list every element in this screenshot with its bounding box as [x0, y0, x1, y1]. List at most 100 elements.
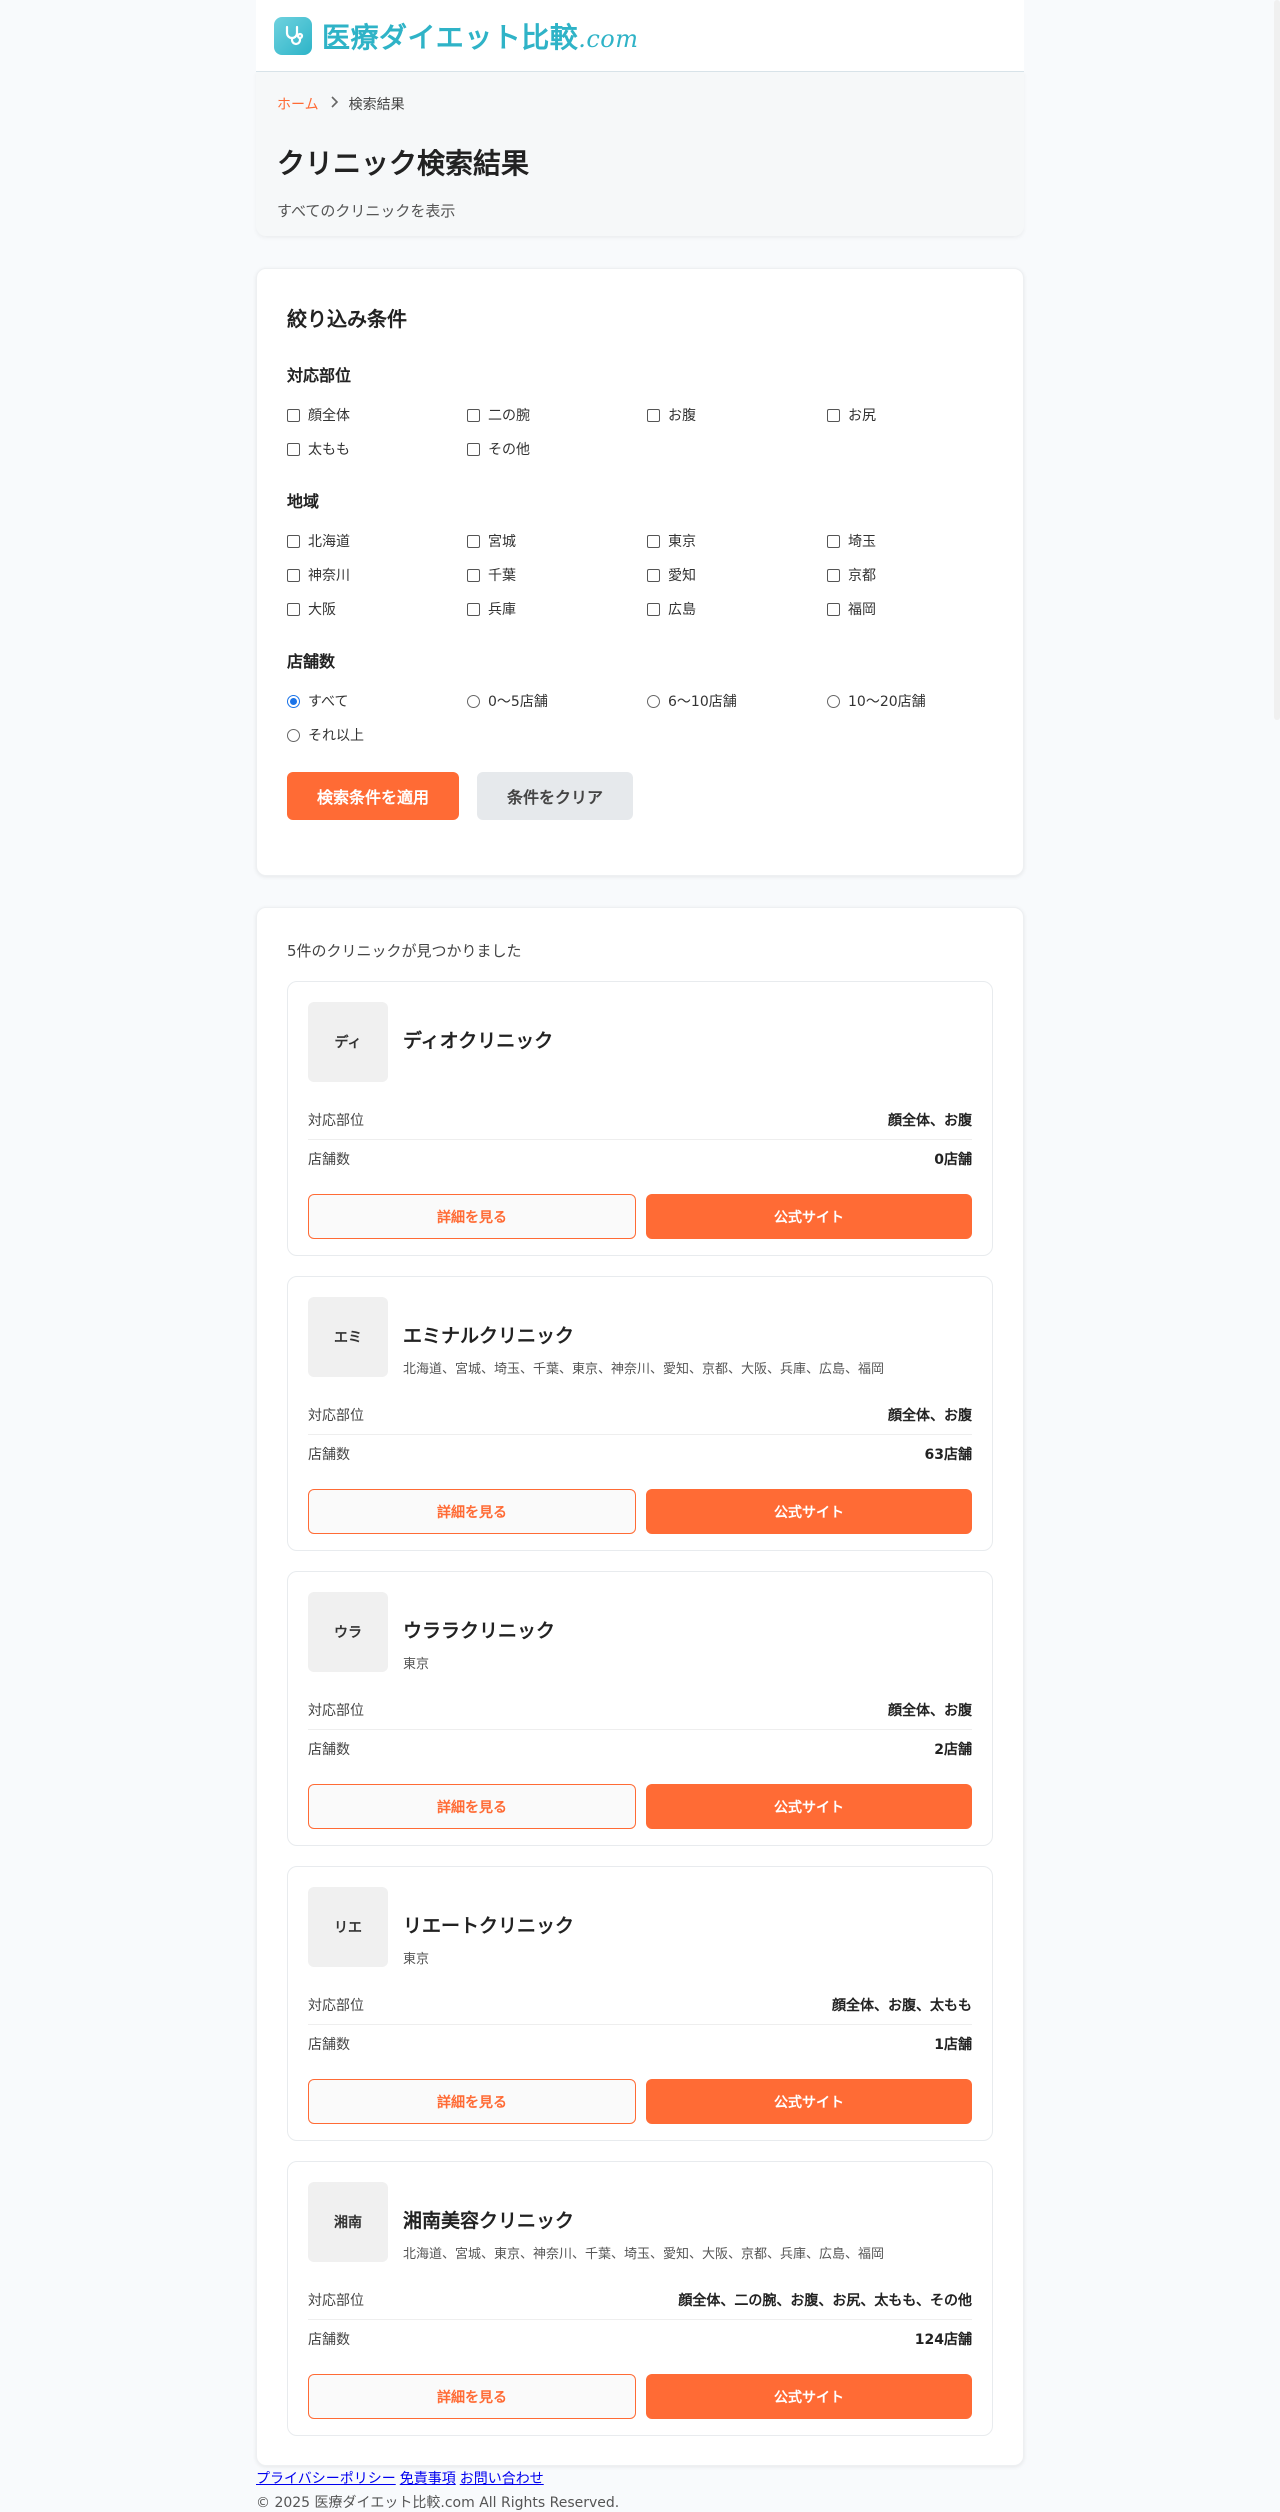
clinic-name: 湘南美容クリニック: [403, 2210, 575, 2232]
view-details-button[interactable]: 詳細を見る: [308, 1784, 636, 1829]
checkbox[interactable]: [287, 534, 300, 548]
parts-option-belly[interactable]: お腹: [647, 406, 827, 424]
view-details-button[interactable]: 詳細を見る: [308, 1194, 636, 1239]
clear-filter-button[interactable]: 条件をクリア: [477, 772, 633, 820]
stores-label: 店舗数: [308, 1152, 350, 1168]
region-filter-label: 地域: [287, 492, 320, 511]
stethoscope-icon[interactable]: [274, 16, 312, 55]
official-site-button[interactable]: 公式サイト: [646, 1194, 972, 1239]
clinic-areas: 東京: [403, 1657, 430, 1672]
region-option[interactable]: 神奈川: [287, 566, 467, 584]
chevron-right-icon: [329, 96, 339, 112]
region-option[interactable]: 宮城: [467, 532, 647, 550]
checkbox[interactable]: [647, 534, 660, 548]
logo-domain-text: .com: [578, 24, 639, 53]
parts-option-thighs[interactable]: 太もも: [287, 440, 467, 458]
stores-option-6-10[interactable]: 6〜10店舗: [647, 692, 827, 710]
region-option[interactable]: 広島: [647, 600, 827, 618]
parts-option-hips[interactable]: お尻: [827, 406, 1007, 424]
stores-option-0-5[interactable]: 0〜5店舗: [467, 692, 647, 710]
contact-link[interactable]: お問い合わせ: [460, 2471, 544, 2487]
clinic-logo: エミ: [308, 1297, 388, 1377]
site-logo[interactable]: 医療ダイエット比較.com: [322, 16, 639, 56]
clinic-logo: 湘南: [308, 2182, 388, 2262]
checkbox[interactable]: [827, 408, 840, 422]
checkbox[interactable]: [467, 602, 480, 616]
region-option[interactable]: 東京: [647, 532, 827, 550]
parts-label: 対応部位: [308, 1702, 364, 1719]
official-site-button[interactable]: 公式サイト: [646, 2079, 972, 2124]
clinic-parts-row: 対応部位 顔全体、お腹、太もも: [308, 1985, 972, 2024]
parts-value: 顔全体、お腹、太もも: [832, 1997, 972, 2014]
result-count: 5件のクリニックが見つかりました: [287, 942, 522, 960]
checkbox[interactable]: [827, 534, 840, 548]
official-site-button[interactable]: 公式サイト: [646, 1784, 972, 1829]
checkbox[interactable]: [287, 602, 300, 616]
checkbox[interactable]: [467, 568, 480, 582]
parts-option-other[interactable]: その他: [467, 440, 647, 458]
stores-option-all[interactable]: すべて: [287, 692, 467, 710]
scrollbar[interactable]: [1274, 0, 1280, 720]
checkbox[interactable]: [827, 602, 840, 616]
view-details-button[interactable]: 詳細を見る: [308, 2374, 636, 2419]
parts-label: 対応部位: [308, 2292, 364, 2309]
clinic-parts-row: 対応部位 顔全体、お腹: [308, 1690, 972, 1729]
stores-label: 店舗数: [308, 2037, 350, 2053]
disclaimer-link[interactable]: 免責事項: [400, 2471, 456, 2487]
checkbox[interactable]: [287, 568, 300, 582]
checkbox[interactable]: [287, 408, 300, 422]
checkbox[interactable]: [287, 442, 300, 456]
region-option[interactable]: 福岡: [827, 600, 1007, 618]
region-option[interactable]: 千葉: [467, 566, 647, 584]
checkbox[interactable]: [467, 442, 480, 456]
official-site-button[interactable]: 公式サイト: [646, 1489, 972, 1534]
view-details-button[interactable]: 詳細を見る: [308, 1489, 636, 1534]
option-label: すべて: [308, 694, 349, 710]
checkbox[interactable]: [647, 568, 660, 582]
filter-panel: 絞り込み条件 対応部位 顔全体 二の腕 お腹 お尻 太もも その他 地域 北海道…: [256, 268, 1024, 876]
parts-value: 顔全体、二の腕、お腹、お尻、太もも、その他: [678, 2292, 972, 2309]
clinic-parts-row: 対応部位 顔全体、お腹: [308, 1100, 972, 1139]
checkbox[interactable]: [467, 534, 480, 548]
results-panel: 5件のクリニックが見つかりました ディ ディオクリニック 対応部位 顔全体、お腹 …: [256, 907, 1024, 2466]
hero-section: ホーム 検索結果 クリニック検索結果 すべてのクリニックを表示: [256, 72, 1024, 236]
view-details-button[interactable]: 詳細を見る: [308, 2079, 636, 2124]
parts-option-face[interactable]: 顔全体: [287, 406, 467, 424]
region-option[interactable]: 大阪: [287, 600, 467, 618]
option-label: 6〜10店舗: [668, 694, 737, 710]
option-label: お尻: [848, 408, 876, 424]
region-option[interactable]: 埼玉: [827, 532, 1007, 550]
option-label: 愛知: [668, 568, 696, 584]
radio-button[interactable]: [827, 694, 840, 708]
radio-button[interactable]: [287, 728, 300, 742]
privacy-policy-link[interactable]: プライバシーポリシー: [256, 2471, 396, 2487]
breadcrumb: ホーム 検索結果: [277, 94, 1003, 114]
checkbox[interactable]: [827, 568, 840, 582]
checkbox[interactable]: [467, 408, 480, 422]
region-option[interactable]: 北海道: [287, 532, 467, 550]
parts-option-upper-arm[interactable]: 二の腕: [467, 406, 647, 424]
checkbox[interactable]: [647, 602, 660, 616]
stores-value: 0店舗: [934, 1152, 972, 1168]
stores-label: 店舗数: [308, 2332, 350, 2348]
radio-button[interactable]: [467, 694, 480, 708]
region-option[interactable]: 京都: [827, 566, 1007, 584]
apply-filter-button[interactable]: 検索条件を適用: [287, 772, 459, 820]
radio-button-checked[interactable]: [287, 694, 300, 708]
breadcrumb-home-link[interactable]: ホーム: [277, 94, 319, 114]
stores-option-more[interactable]: それ以上: [287, 726, 467, 744]
option-label: 福岡: [848, 602, 876, 618]
region-option[interactable]: 愛知: [647, 566, 827, 584]
checkbox[interactable]: [647, 408, 660, 422]
clinic-stores-row: 店舗数 1店舗: [308, 2024, 972, 2063]
stores-option-10-20[interactable]: 10〜20店舗: [827, 692, 1007, 710]
official-site-button[interactable]: 公式サイト: [646, 2374, 972, 2419]
option-label: 大阪: [308, 602, 336, 618]
radio-button[interactable]: [647, 694, 660, 708]
region-option[interactable]: 兵庫: [467, 600, 647, 618]
stores-value: 124店舗: [914, 2332, 972, 2348]
page-title: クリニック検索結果: [277, 147, 530, 180]
option-label: 兵庫: [488, 602, 516, 618]
clinic-card: リエ リエートクリニック 東京 対応部位 顔全体、お腹、太もも 店舗数 1店舗 詳細…: [287, 1866, 993, 2141]
stores-label: 店舗数: [308, 1742, 350, 1758]
